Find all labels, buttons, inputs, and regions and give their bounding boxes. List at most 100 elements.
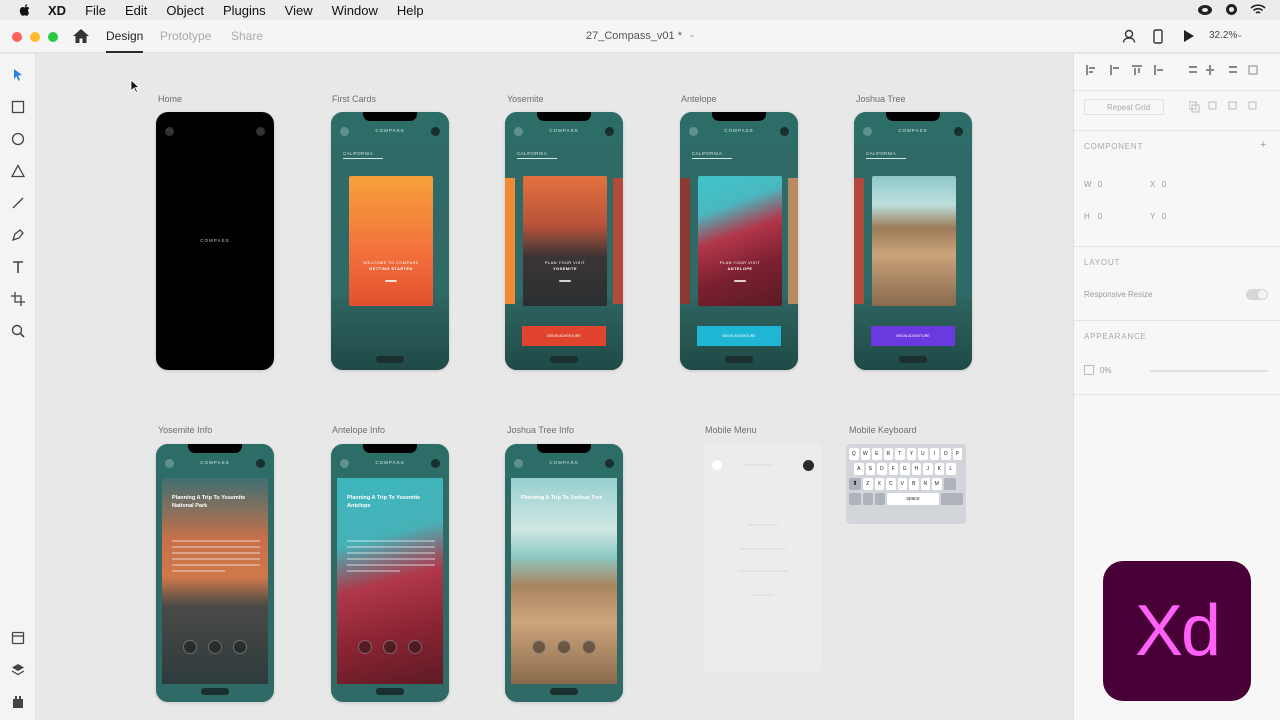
- menu-file[interactable]: File: [85, 3, 106, 18]
- artboard-label-mobile-keyboard[interactable]: Mobile Keyboard: [849, 425, 917, 435]
- key-n[interactable]: N: [920, 478, 930, 490]
- emoji-key[interactable]: [863, 493, 873, 505]
- menu-toggle-icon[interactable]: [712, 460, 722, 470]
- tab-design[interactable]: Design: [106, 29, 144, 53]
- boolean-icons[interactable]: [1189, 101, 1269, 113]
- backspace-key[interactable]: [943, 478, 956, 490]
- key-r[interactable]: R: [883, 448, 893, 460]
- opacity-value[interactable]: 0%: [1100, 366, 1112, 375]
- trail-icon[interactable]: [557, 640, 571, 654]
- key-i[interactable]: I: [929, 448, 939, 460]
- key-u[interactable]: U: [918, 448, 928, 460]
- creative-cloud-icon[interactable]: [1197, 3, 1213, 16]
- share-user-icon[interactable]: [1122, 29, 1136, 43]
- key-p[interactable]: P: [952, 448, 962, 460]
- key-c[interactable]: C: [886, 478, 896, 490]
- home-icon[interactable]: [72, 28, 90, 44]
- distribute-icons[interactable]: [1189, 64, 1269, 76]
- menu-object[interactable]: Object: [166, 3, 204, 18]
- x-value[interactable]: 0: [1162, 180, 1166, 189]
- artboard-joshua-tree[interactable]: COMPASS CALIFORNIA BEGIN ADVENTURE: [854, 112, 972, 370]
- artboard-label-first-cards[interactable]: First Cards: [332, 94, 376, 104]
- artboard-label-joshua-tree-info[interactable]: Joshua Tree Info: [507, 425, 574, 435]
- select-tool-icon[interactable]: [10, 67, 26, 83]
- numbers-key[interactable]: [849, 493, 861, 505]
- artboard-home[interactable]: COMPASS: [156, 112, 274, 370]
- key-x[interactable]: X: [874, 478, 884, 490]
- y-value[interactable]: 0: [1162, 212, 1166, 221]
- artboard-first-cards[interactable]: COMPASS CALIFORNIA WELCOME TO COMPASS GE…: [331, 112, 449, 370]
- artboard-label-home[interactable]: Home: [158, 94, 182, 104]
- artboard-label-antelope[interactable]: Antelope: [681, 94, 717, 104]
- key-e[interactable]: E: [872, 448, 882, 460]
- polygon-tool-icon[interactable]: [10, 163, 26, 179]
- menu-help[interactable]: Help: [397, 3, 424, 18]
- artboard-joshua-tree-info[interactable]: COMPASS Planning A Trip To Joshua Tree: [505, 444, 623, 702]
- menu-edit[interactable]: Edit: [125, 3, 147, 18]
- zoom-level[interactable]: 32.2%: [1209, 30, 1237, 41]
- sync-icon[interactable]: [1225, 3, 1238, 16]
- trail-icon[interactable]: [383, 640, 397, 654]
- add-component-icon[interactable]: +: [1260, 139, 1266, 151]
- key-t[interactable]: T: [895, 448, 905, 460]
- key-a[interactable]: A: [854, 463, 864, 475]
- responsive-resize-toggle[interactable]: [1246, 289, 1268, 300]
- key-v[interactable]: V: [897, 478, 907, 490]
- chevron-down-icon[interactable]: ⌄: [688, 29, 696, 40]
- tab-prototype[interactable]: Prototype: [160, 29, 211, 43]
- begin-adventure-button[interactable]: BEGIN ADVENTURE: [871, 326, 955, 346]
- artboard-yosemite-info[interactable]: COMPASS Planning A Trip To Yosemite Nati…: [156, 444, 274, 702]
- camp-icon[interactable]: [233, 640, 247, 654]
- tab-share[interactable]: Share: [231, 29, 263, 43]
- camp-icon[interactable]: [582, 640, 596, 654]
- artboard-antelope[interactable]: COMPASS CALIFORNIA PLAN YOUR VISIT ANTEL…: [680, 112, 798, 370]
- key-d[interactable]: D: [877, 463, 887, 475]
- artboard-antelope-info[interactable]: COMPASS Planning A Trip To Yosemite Ante…: [331, 444, 449, 702]
- align-icons[interactable]: [1086, 64, 1206, 76]
- artboard-label-antelope-info[interactable]: Antelope Info: [332, 425, 385, 435]
- space-key[interactable]: space: [887, 493, 939, 505]
- close-menu-icon[interactable]: [803, 460, 814, 471]
- plugins-panel-icon[interactable]: [10, 694, 26, 710]
- artboard-yosemite[interactable]: COMPASS CALIFORNIA PLAN YOUR VISIT YOSEM…: [505, 112, 623, 370]
- compass-icon[interactable]: [358, 640, 372, 654]
- key-y[interactable]: Y: [906, 448, 916, 460]
- artboard-tool-icon[interactable]: [10, 291, 26, 307]
- apple-icon[interactable]: [18, 3, 32, 17]
- height-value[interactable]: 0: [1098, 212, 1102, 221]
- minimize-window-button[interactable]: [30, 32, 40, 42]
- ellipse-tool-icon[interactable]: [10, 131, 26, 147]
- camp-icon[interactable]: [408, 640, 422, 654]
- repeat-grid-button[interactable]: Repeat Grid: [1084, 99, 1164, 115]
- key-z[interactable]: Z: [863, 478, 873, 490]
- artboard-label-mobile-menu[interactable]: Mobile Menu: [705, 425, 757, 435]
- pen-tool-icon[interactable]: [10, 227, 26, 243]
- trail-icon[interactable]: [208, 640, 222, 654]
- zoom-tool-icon[interactable]: [10, 323, 26, 339]
- key-s[interactable]: S: [865, 463, 875, 475]
- document-title[interactable]: 27_Compass_v01 *: [586, 30, 682, 42]
- menu-plugins[interactable]: Plugins: [223, 3, 266, 18]
- key-h[interactable]: H: [911, 463, 921, 475]
- begin-adventure-button[interactable]: BEGIN ADVENTURE: [697, 326, 781, 346]
- key-m[interactable]: M: [932, 478, 942, 490]
- artboard-mobile-keyboard[interactable]: QWERTYUIOP ASDFGHJKL ⬆ ZXCVBNM space: [846, 444, 966, 524]
- zoom-window-button[interactable]: [48, 32, 58, 42]
- opacity-slider[interactable]: [1150, 370, 1268, 372]
- design-canvas[interactable]: Home First Cards Yosemite Antelope Joshu…: [36, 54, 1073, 720]
- line-tool-icon[interactable]: [10, 195, 26, 211]
- width-value[interactable]: 0: [1098, 180, 1102, 189]
- menu-view[interactable]: View: [285, 3, 313, 18]
- begin-adventure-button[interactable]: BEGIN ADVENTURE: [522, 326, 606, 346]
- artboard-label-yosemite-info[interactable]: Yosemite Info: [158, 425, 212, 435]
- artboard-label-yosemite[interactable]: Yosemite: [507, 94, 544, 104]
- key-o[interactable]: O: [941, 448, 951, 460]
- key-f[interactable]: F: [888, 463, 898, 475]
- wifi-icon[interactable]: [1250, 3, 1266, 16]
- key-b[interactable]: B: [909, 478, 919, 490]
- key-w[interactable]: W: [860, 448, 870, 460]
- rectangle-tool-icon[interactable]: [10, 99, 26, 115]
- compass-icon[interactable]: [532, 640, 546, 654]
- artboard-label-joshua-tree[interactable]: Joshua Tree: [856, 94, 906, 104]
- menu-window[interactable]: Window: [332, 3, 378, 18]
